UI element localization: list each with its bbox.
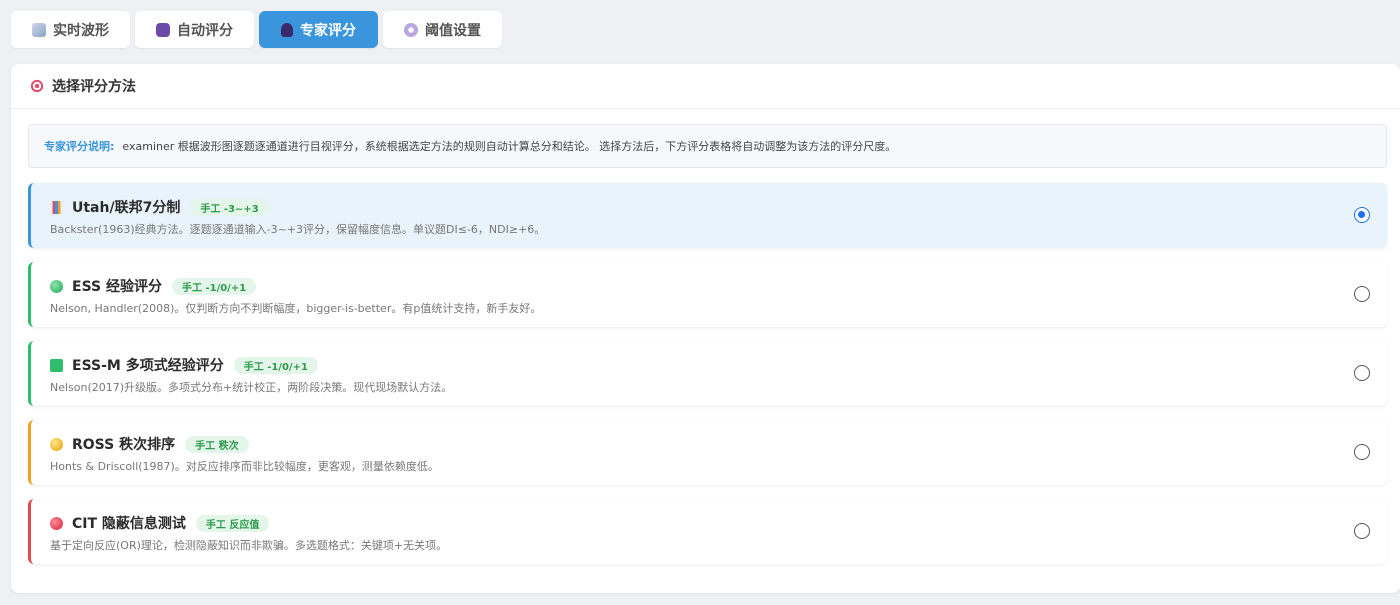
method-desc: Honts & Driscoll(1987)。对反应排序而非比较幅度，更客观，测… (50, 460, 439, 473)
user-icon (281, 22, 293, 37)
tab-expert-scoring[interactable]: 专家评分 (259, 11, 378, 48)
method-option-ess[interactable]: ESS 经验评分 手工 -1/0/+1 Nelson, Handler(2008… (28, 262, 1387, 327)
method-badge: 手工 -3~+3 (190, 198, 269, 216)
tab-realtime-waveform[interactable]: 实时波形 (11, 11, 130, 48)
method-name: ESS 经验评分 (72, 279, 162, 295)
method-name: ESS-M 多项式经验评分 (72, 358, 224, 374)
section-title: 选择评分方法 (52, 79, 136, 95)
tab-label: 阈值设置 (425, 22, 481, 39)
method-option-utah[interactable]: Utah/联邦7分制 手工 -3~+3 Backster(1963)经典方法。逐… (28, 183, 1387, 248)
method-name: Utah/联邦7分制 (72, 200, 181, 216)
note-lead: 专家评分说明: (44, 140, 115, 153)
robot-icon (156, 22, 170, 37)
method-desc: Backster(1963)经典方法。逐题逐通道输入-3~+3评分，保留幅度信息… (50, 223, 546, 236)
info-note: 专家评分说明: examiner 根据波形图逐题逐通道进行目视评分，系统根据选定… (28, 124, 1387, 168)
method-desc: 基于定向反应(OR)理论，检测隐蔽知识而非欺骗。多选题格式：关键项+无关项。 (50, 539, 448, 552)
tab-threshold-settings[interactable]: 阈值设置 (383, 11, 502, 48)
waveform-icon (32, 22, 46, 37)
green-square-icon (50, 358, 63, 372)
tab-label: 自动评分 (177, 22, 233, 39)
tab-auto-scoring[interactable]: 自动评分 (135, 11, 254, 48)
method-desc: Nelson(2017)升级版。多项式分布+统计校正，两阶段决策。现代现场默认方… (50, 381, 453, 394)
method-option-cit[interactable]: CIT 隐蔽信息测试 手工 反应值 基于定向反应(OR)理论，检测隐蔽知识而非欺… (28, 499, 1387, 564)
bar-chart-icon (50, 200, 63, 214)
method-name: CIT 隐蔽信息测试 (72, 516, 186, 532)
method-radio[interactable] (1354, 365, 1370, 381)
scoring-method-card: 选择评分方法 专家评分说明: examiner 根据波形图逐题逐通道进行目视评分… (11, 64, 1400, 593)
method-desc: Nelson, Handler(2008)。仅判断方向不判断幅度，bigger-… (50, 302, 542, 315)
note-text: examiner 根据波形图逐题逐通道进行目视评分，系统根据选定方法的规则自动计… (122, 140, 897, 153)
method-radio[interactable] (1354, 523, 1370, 539)
tab-label: 实时波形 (53, 22, 109, 39)
method-badge: 手工 -1/0/+1 (233, 356, 318, 374)
method-option-ess-m[interactable]: ESS-M 多项式经验评分 手工 -1/0/+1 Nelson(2017)升级版… (28, 341, 1387, 406)
yellow-circle-icon (50, 437, 63, 451)
green-circle-icon (50, 279, 63, 293)
target-icon (30, 79, 44, 93)
method-badge: 手工 -1/0/+1 (171, 277, 257, 295)
red-circle-icon (50, 516, 63, 530)
method-name: ROSS 秩次排序 (72, 437, 176, 453)
tab-bar: 实时波形 自动评分 专家评分 阈值设置 (11, 11, 502, 48)
gear-icon (404, 22, 418, 37)
method-badge: 手工 反应值 (195, 514, 270, 532)
method-option-ross[interactable]: ROSS 秩次排序 手工 秩次 Honts & Driscoll(1987)。对… (28, 420, 1387, 485)
method-radio[interactable] (1354, 207, 1370, 223)
card-header: 选择评分方法 (11, 64, 1400, 109)
method-radio[interactable] (1354, 286, 1370, 302)
method-radio[interactable] (1354, 444, 1370, 460)
method-badge: 手工 秩次 (185, 435, 249, 453)
tab-label: 专家评分 (300, 22, 356, 39)
